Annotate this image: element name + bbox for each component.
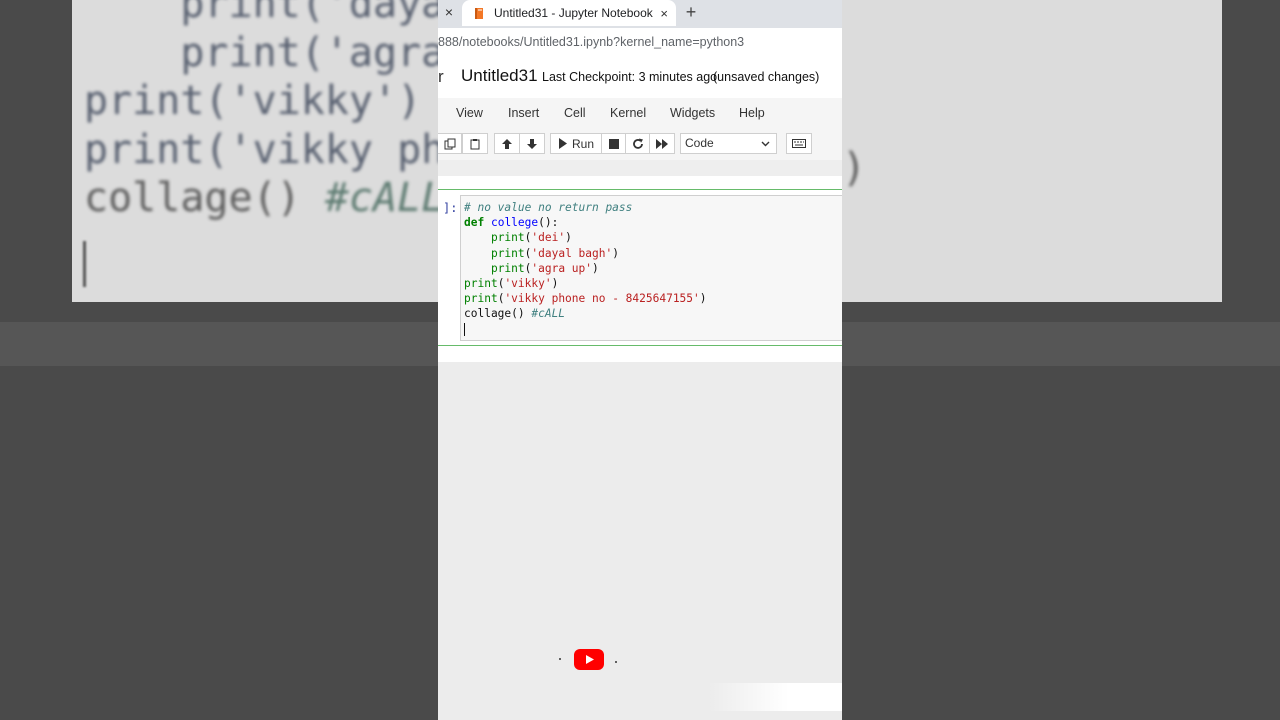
copy-cells-button[interactable] bbox=[438, 133, 462, 154]
code-line-7: collage() #cALL bbox=[464, 307, 566, 321]
text-cursor bbox=[464, 323, 465, 336]
restart-icon bbox=[632, 138, 643, 149]
run-label: Run bbox=[571, 136, 594, 151]
browser-window: × Untitled31 - Jupyter Notebook × + 888/… bbox=[438, 0, 842, 720]
arrow-up-icon bbox=[502, 138, 512, 149]
code-line-1: def college(): bbox=[464, 216, 559, 230]
address-bar[interactable]: 888/notebooks/Untitled31.ipynb?kernel_na… bbox=[438, 28, 842, 58]
bg-line-0: print('dayal bbox=[180, 0, 470, 27]
jupyter-logo-fragment[interactable]: r bbox=[438, 67, 444, 87]
background-cursor bbox=[83, 241, 86, 287]
selected-cell-border-top bbox=[438, 189, 842, 190]
command-palette-button[interactable] bbox=[786, 133, 812, 154]
code-line-0: # no value no return pass bbox=[464, 201, 633, 214]
cell-type-value: Code bbox=[685, 136, 714, 150]
previous-tab-close-button[interactable]: × bbox=[438, 0, 460, 24]
menu-kernel[interactable]: Kernel bbox=[610, 106, 646, 120]
new-tab-button[interactable]: + bbox=[681, 0, 701, 24]
copy-icon bbox=[444, 138, 455, 149]
restart-kernel-button[interactable] bbox=[625, 133, 650, 154]
code-line-4: print('agra up') bbox=[490, 261, 599, 275]
interrupt-button[interactable] bbox=[601, 133, 626, 154]
selected-cell-border-bottom bbox=[438, 345, 842, 346]
notebook-header: r Untitled31 Last Checkpoint: 3 minutes … bbox=[438, 58, 842, 98]
paste-cells-button[interactable] bbox=[462, 133, 488, 154]
tab-jupyter-notebook[interactable]: Untitled31 - Jupyter Notebook × bbox=[462, 0, 676, 26]
chevron-down-icon bbox=[761, 134, 770, 160]
tab-strip: × Untitled31 - Jupyter Notebook × + bbox=[438, 0, 842, 28]
menu-view[interactable]: View bbox=[456, 106, 483, 120]
cell-type-select[interactable]: Code bbox=[680, 133, 777, 154]
bottom-fade-overlay bbox=[708, 683, 842, 711]
menu-help[interactable]: Help bbox=[739, 106, 765, 120]
move-up-button[interactable] bbox=[494, 133, 520, 154]
menu-widgets[interactable]: Widgets bbox=[670, 106, 715, 120]
url-text: 888/notebooks/Untitled31.ipynb?kernel_na… bbox=[438, 35, 745, 49]
bg-line-1: print('agra u bbox=[180, 29, 494, 76]
keyboard-icon bbox=[792, 139, 806, 148]
code-text[interactable]: # no value no return pass def college():… bbox=[464, 200, 707, 322]
jupyter-book-icon bbox=[470, 4, 488, 22]
menu-bar: View Insert Cell Kernel Widgets Help bbox=[438, 98, 842, 128]
bg-line-3: print('vikky pho bbox=[84, 126, 470, 173]
menu-insert[interactable]: Insert bbox=[508, 106, 539, 120]
restart-run-all-button[interactable] bbox=[649, 133, 675, 154]
fast-forward-icon bbox=[656, 138, 668, 149]
background-code: print('dayal print('agra u print('vikky'… bbox=[84, 0, 493, 223]
move-down-button[interactable] bbox=[519, 133, 545, 154]
input-prompt: ]: bbox=[443, 201, 458, 215]
decorative-dot-right bbox=[615, 661, 617, 663]
code-line-3: print('dayal bagh') bbox=[490, 246, 619, 260]
bg-line-4: collage() #cALL bbox=[84, 175, 446, 221]
last-checkpoint: Last Checkpoint: 3 minutes ago bbox=[542, 70, 718, 84]
arrow-down-icon bbox=[527, 138, 537, 149]
unsaved-changes: (unsaved changes) bbox=[713, 70, 820, 84]
code-line-5: print('vikky') bbox=[464, 277, 559, 291]
youtube-icon[interactable] bbox=[574, 649, 604, 670]
menu-cell[interactable]: Cell bbox=[564, 106, 586, 120]
notebook-toolbar: Run Code bbox=[438, 128, 842, 160]
notebook-title[interactable]: Untitled31 bbox=[461, 66, 538, 86]
paste-icon bbox=[470, 138, 480, 149]
code-line-6: print('vikky phone no - 8425647155') bbox=[464, 292, 707, 306]
code-line-2: print('dei') bbox=[490, 231, 572, 245]
bg-line-2: print('vikky') bbox=[84, 78, 422, 124]
decorative-dot-left bbox=[559, 658, 561, 660]
run-icon bbox=[558, 138, 567, 149]
tab-close-button[interactable]: × bbox=[660, 6, 668, 21]
run-button[interactable]: Run bbox=[550, 133, 602, 154]
toolbar-separator bbox=[438, 160, 842, 176]
stop-icon bbox=[608, 138, 619, 149]
background-paren: ) bbox=[842, 145, 867, 191]
tab-title: Untitled31 - Jupyter Notebook bbox=[494, 6, 653, 20]
